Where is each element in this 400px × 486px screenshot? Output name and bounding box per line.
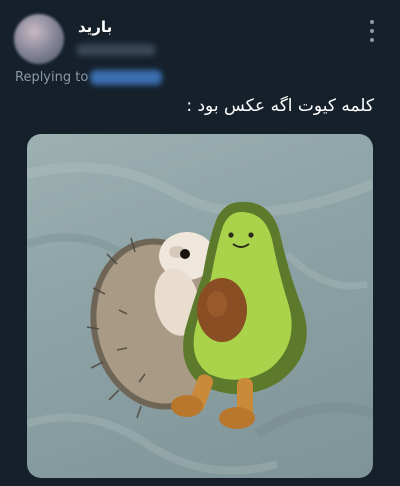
replying-to-handle-redacted[interactable] xyxy=(90,70,162,85)
tweet-photo[interactable] xyxy=(27,134,373,478)
avatar[interactable] xyxy=(14,14,64,64)
replying-to-label: Replying to xyxy=(15,70,89,85)
tweet[interactable]: بارید Replying to کلمه کیوت اگه عکس بود … xyxy=(0,0,400,486)
more-icon[interactable] xyxy=(362,20,382,42)
tweet-text: کلمه کیوت اگه عکس بود : xyxy=(186,96,374,116)
hedgehog-avocado-photo xyxy=(27,162,373,475)
display-name[interactable]: بارید xyxy=(78,18,112,36)
handle-redacted xyxy=(76,44,156,56)
